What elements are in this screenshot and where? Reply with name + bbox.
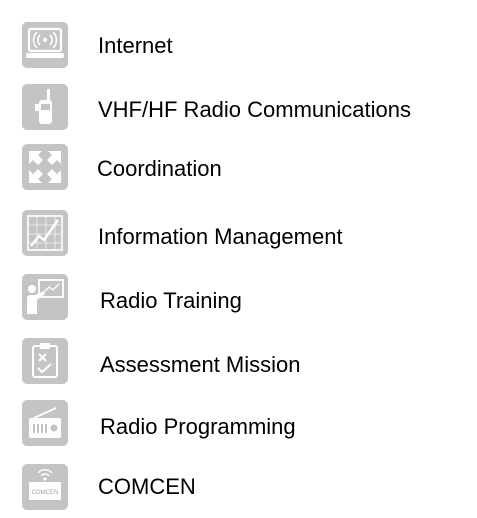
comcen-icon-text: COMCEN [32,490,59,496]
list-item-assessment-mission: Assessment Mission [0,336,477,392]
item-label-comcen: COMCEN [98,474,196,499]
item-label-information-management: Information Management [98,224,343,249]
radio-set-icon [22,400,68,446]
list-item-vhf-hf-radio: VHF/HF Radio Communications [0,82,477,138]
list-item-coordination: Coordination [0,144,477,200]
comcen-building-icon: COMCEN [22,464,68,510]
presenter-board-icon [22,274,68,320]
list-item-internet: Internet [0,20,477,76]
list-item-information-management: Information Management [0,208,477,264]
item-label-assessment-mission: Assessment Mission [100,352,301,377]
list-item-radio-programming: Radio Programming [0,398,477,454]
list-item-radio-training: Radio Training [0,272,477,328]
laptop-wifi-icon [22,22,68,68]
item-label-radio-training: Radio Training [100,288,242,313]
item-label-radio-programming: Radio Programming [100,414,296,439]
handheld-radio-icon [22,84,68,130]
item-label-coordination: Coordination [97,156,222,181]
converging-arrows-icon [22,144,68,190]
list-item-comcen: COMCEN COMCEN [0,460,477,516]
chart-trend-icon [22,210,68,256]
item-label-internet: Internet [98,33,173,58]
item-label-vhf-hf-radio: VHF/HF Radio Communications [98,97,411,122]
clipboard-checklist-icon [22,338,68,384]
